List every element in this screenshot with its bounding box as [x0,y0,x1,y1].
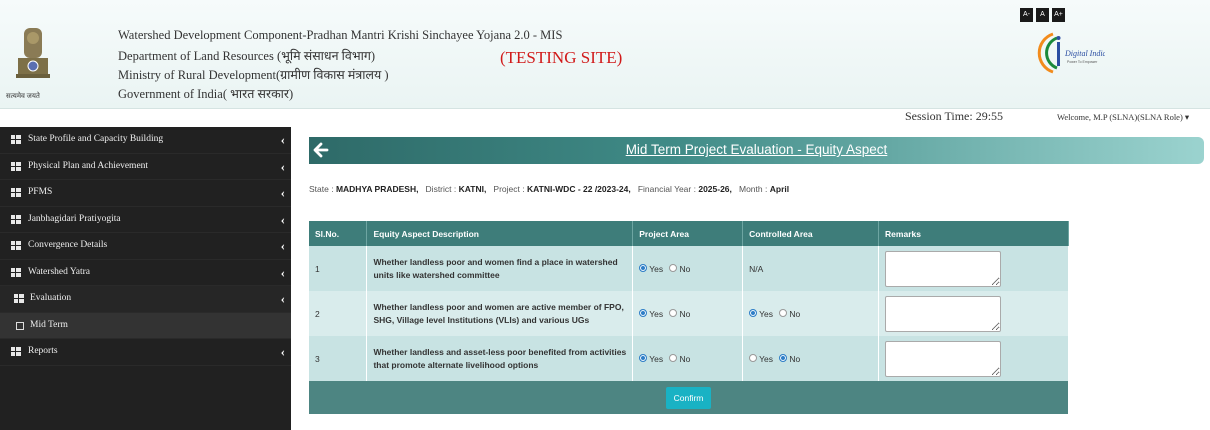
chevron-left-icon: ‹ [280,264,285,280]
financial-year-value: 2025-26, [698,184,732,194]
chevron-left-icon: ‹ [280,238,285,253]
svg-text:Digital India: Digital India [1064,49,1105,58]
font-reset-button[interactable]: A [1036,8,1049,22]
column-header-description: Equity Aspect Description [366,221,634,246]
testing-site-label: (TESTING SITE) [500,48,623,67]
controlled-area-cell: N/A [742,246,880,291]
project-value: KATNI-WDC - 22 /2023-24, [526,184,631,194]
chevron-left-icon: ‹ [280,158,285,174]
row-number: 1 [309,246,368,291]
controlled-area-cell: Yes No [742,336,880,381]
column-header-controlled-area: Controlled Area [742,221,880,246]
chevron-left-icon: ‹ [280,185,285,200]
equity-aspect-table: Sl.No. Equity Aspect Description Project… [309,221,1069,414]
project-no-radio[interactable] [669,309,678,318]
column-header-slno: Sl.No. [309,221,368,246]
user-menu[interactable]: Welcome, M.P (SLNA)(SLNA Role) ▾ [1057,112,1189,123]
digital-india-logo-icon: Digital India Power To Empower [1037,32,1105,74]
font-increase-button[interactable]: A+ [1052,8,1065,22]
ministry-name: Ministry of Rural Development(ग्रामीण वि… [118,68,389,82]
chevron-left-icon: ‹ [280,344,285,359]
app-title: Watershed Development Component-Pradhan … [118,28,563,42]
national-emblem-icon [16,28,50,78]
sidebar-item-evaluation[interactable]: Evaluation ‹ [0,286,291,313]
column-header-project-area: Project Area [632,221,744,246]
project-area-cell: Yes No [632,246,744,291]
equity-description: Whether landless and asset-less poor ben… [366,336,634,381]
equity-description: Whether landless poor and women are acti… [366,291,634,336]
controlled-no-radio[interactable] [779,309,788,318]
sidebar: State Profile and Capacity Building ‹ Ph… [0,127,291,430]
state-label: State : [309,184,334,194]
financial-year-label: Financial Year : [637,184,696,194]
remarks-input[interactable] [885,250,1002,287]
sidebar-item-mid-term[interactable]: Mid Term [0,312,291,339]
grid-icon [11,135,21,144]
font-size-controls: A- A A+ [1020,8,1065,22]
grid-icon [11,267,21,277]
sidebar-item-watershed-yatra[interactable]: Watershed Yatra ‹ [0,260,291,286]
remarks-cell [878,291,1069,336]
state-value: MADHYA PRADESH, [335,184,419,194]
back-arrow-icon[interactable] [311,140,331,160]
grid-icon [11,161,21,171]
chevron-left-icon: ‹ [280,291,285,306]
controlled-yes-radio[interactable] [749,354,758,363]
row-number: 3 [309,336,368,381]
project-info-bar: State : MADHYA PRADESH, District : KATNI… [309,184,789,194]
sidebar-item-convergence[interactable]: Convergence Details ‹ [0,233,291,260]
remarks-input[interactable] [885,295,1002,332]
project-no-radio[interactable] [669,264,678,273]
chevron-left-icon: ‹ [280,211,285,227]
equity-description: Whether landless poor and women find a p… [366,246,634,291]
emblem-caption: सत्यमेव जयते [6,92,40,100]
page-title: Mid Term Project Evaluation - Equity Asp… [625,142,888,157]
project-yes-radio[interactable] [639,309,648,318]
remarks-cell [878,246,1069,291]
controlled-no-radio[interactable] [779,354,788,363]
grid-icon [11,347,21,356]
grid-icon [11,241,21,250]
department-name: Department of Land Resources (भूमि संसाध… [118,49,376,63]
checkbox-square-icon [16,321,24,330]
chevron-left-icon: ‹ [280,132,285,147]
district-value: KATNI, [458,184,487,194]
table-row: 3 Whether landless and asset-less poor b… [309,336,1069,381]
table-header-row: Sl.No. Equity Aspect Description Project… [309,221,1069,246]
sidebar-item-state-profile[interactable]: State Profile and Capacity Building ‹ [0,127,291,154]
table-row: 1 Whether landless poor and women find a… [309,246,1069,291]
controlled-area-cell: Yes No [742,291,880,336]
svg-text:Power To Empower: Power To Empower [1067,60,1098,64]
project-area-cell: Yes No [632,291,744,336]
column-header-remarks: Remarks [878,221,1069,246]
month-label: Month : [739,184,768,194]
project-area-cell: Yes No [632,336,744,381]
table-footer-row: Confirm [309,381,1069,414]
district-label: District : [425,184,457,194]
project-yes-radio[interactable] [639,354,648,363]
row-number: 2 [309,291,368,336]
session-timer: Session Time: 29:55 [905,109,1004,123]
font-decrease-button[interactable]: A- [1020,8,1033,22]
grid-icon [14,294,24,303]
sidebar-item-reports[interactable]: Reports ‹ [0,339,291,366]
confirm-button[interactable]: Confirm [665,386,712,409]
remarks-input[interactable] [885,340,1002,377]
page-title-bar: Mid Term Project Evaluation - Equity Asp… [309,137,1204,164]
controlled-yes-radio[interactable] [749,309,758,318]
sidebar-item-pfms[interactable]: PFMS ‹ [0,180,291,207]
site-header: सत्यमेव जयते Watershed Development Compo… [0,0,1210,109]
government-name: Government of India( भारत सरकार) [118,87,294,101]
grid-icon [11,188,21,197]
project-label: Project : [493,184,525,194]
remarks-cell [878,336,1069,381]
project-no-radio[interactable] [669,354,678,363]
table-row: 2 Whether landless poor and women are ac… [309,291,1069,336]
month-value: April [769,184,790,194]
project-yes-radio[interactable] [639,264,648,273]
grid-icon [11,214,21,224]
sidebar-item-janbhagidari[interactable]: Janbhagidari Pratiyogita ‹ [0,207,291,233]
sidebar-item-physical-plan[interactable]: Physical Plan and Achievement ‹ [0,154,291,180]
